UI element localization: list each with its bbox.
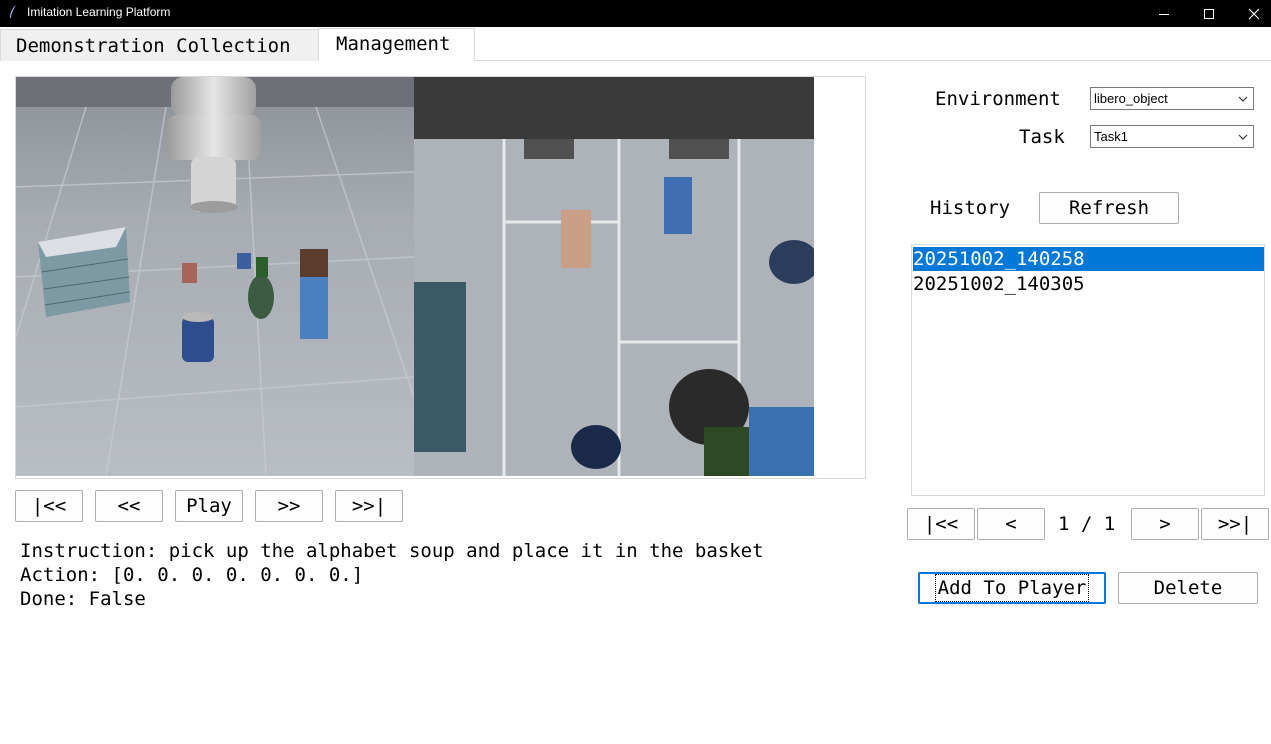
done-label: Done: [20, 588, 78, 610]
instruction-text: pick up the alphabet soup and place it i… [157, 540, 764, 562]
done-line: Done: False [20, 588, 146, 610]
action-label: Action: [20, 564, 101, 586]
refresh-button[interactable]: Refresh [1039, 192, 1179, 224]
history-first-page-button[interactable]: |<< [907, 508, 975, 540]
done-value: False [88, 588, 146, 610]
minimize-icon[interactable] [1141, 0, 1187, 27]
tab-strip: Demonstration Collection Management [0, 28, 1271, 61]
tab-demonstration-collection[interactable]: Demonstration Collection [0, 29, 320, 61]
play-button[interactable]: Play [175, 490, 243, 522]
app-feather-icon [10, 5, 16, 18]
next-frame-button[interactable]: >> [255, 490, 323, 522]
demo-viewer [15, 76, 866, 479]
list-item[interactable]: 20251002_140258 [913, 247, 1264, 271]
previous-frame-button[interactable]: << [95, 490, 163, 522]
add-to-player-label: Add To Player [934, 574, 1090, 602]
task-select[interactable]: Task1 [1090, 125, 1254, 148]
agent-view-image [16, 77, 414, 476]
close-icon[interactable] [1231, 0, 1271, 27]
wrist-view-image [414, 77, 814, 476]
instruction-line: Instruction: pick up the alphabet soup a… [20, 540, 764, 562]
task-value: Task1 [1094, 129, 1128, 144]
tab-management[interactable]: Management [318, 28, 475, 61]
chevron-down-icon [1238, 134, 1248, 140]
history-label: History [930, 197, 1011, 219]
history-list[interactable]: 20251002_140258 20251002_140305 [911, 244, 1265, 496]
title-bar: Imitation Learning Platform [0, 0, 1271, 27]
task-label: Task [1019, 126, 1065, 148]
delete-button[interactable]: Delete [1118, 572, 1258, 604]
history-last-page-button[interactable]: >>| [1201, 508, 1269, 540]
environment-value: libero_object [1094, 91, 1168, 106]
action-value: [0. 0. 0. 0. 0. 0. 0.] [111, 564, 364, 586]
tab-label: Management [336, 33, 451, 55]
last-frame-button[interactable]: >>| [335, 490, 403, 522]
window-title: Imitation Learning Platform [27, 5, 171, 19]
instruction-label: Instruction: [20, 540, 158, 562]
page-indicator: 1 / 1 [1058, 513, 1116, 535]
tab-label: Demonstration Collection [16, 35, 291, 57]
chevron-down-icon [1238, 96, 1248, 102]
list-item[interactable]: 20251002_140305 [913, 272, 1264, 296]
maximize-icon[interactable] [1186, 0, 1232, 27]
environment-select[interactable]: libero_object [1090, 87, 1254, 110]
add-to-player-button[interactable]: Add To Player [918, 572, 1106, 604]
first-frame-button[interactable]: |<< [15, 490, 83, 522]
history-next-page-button[interactable]: > [1131, 508, 1199, 540]
environment-label: Environment [935, 88, 1061, 110]
action-line: Action: [0. 0. 0. 0. 0. 0. 0.] [20, 564, 363, 586]
history-prev-page-button[interactable]: < [977, 508, 1045, 540]
